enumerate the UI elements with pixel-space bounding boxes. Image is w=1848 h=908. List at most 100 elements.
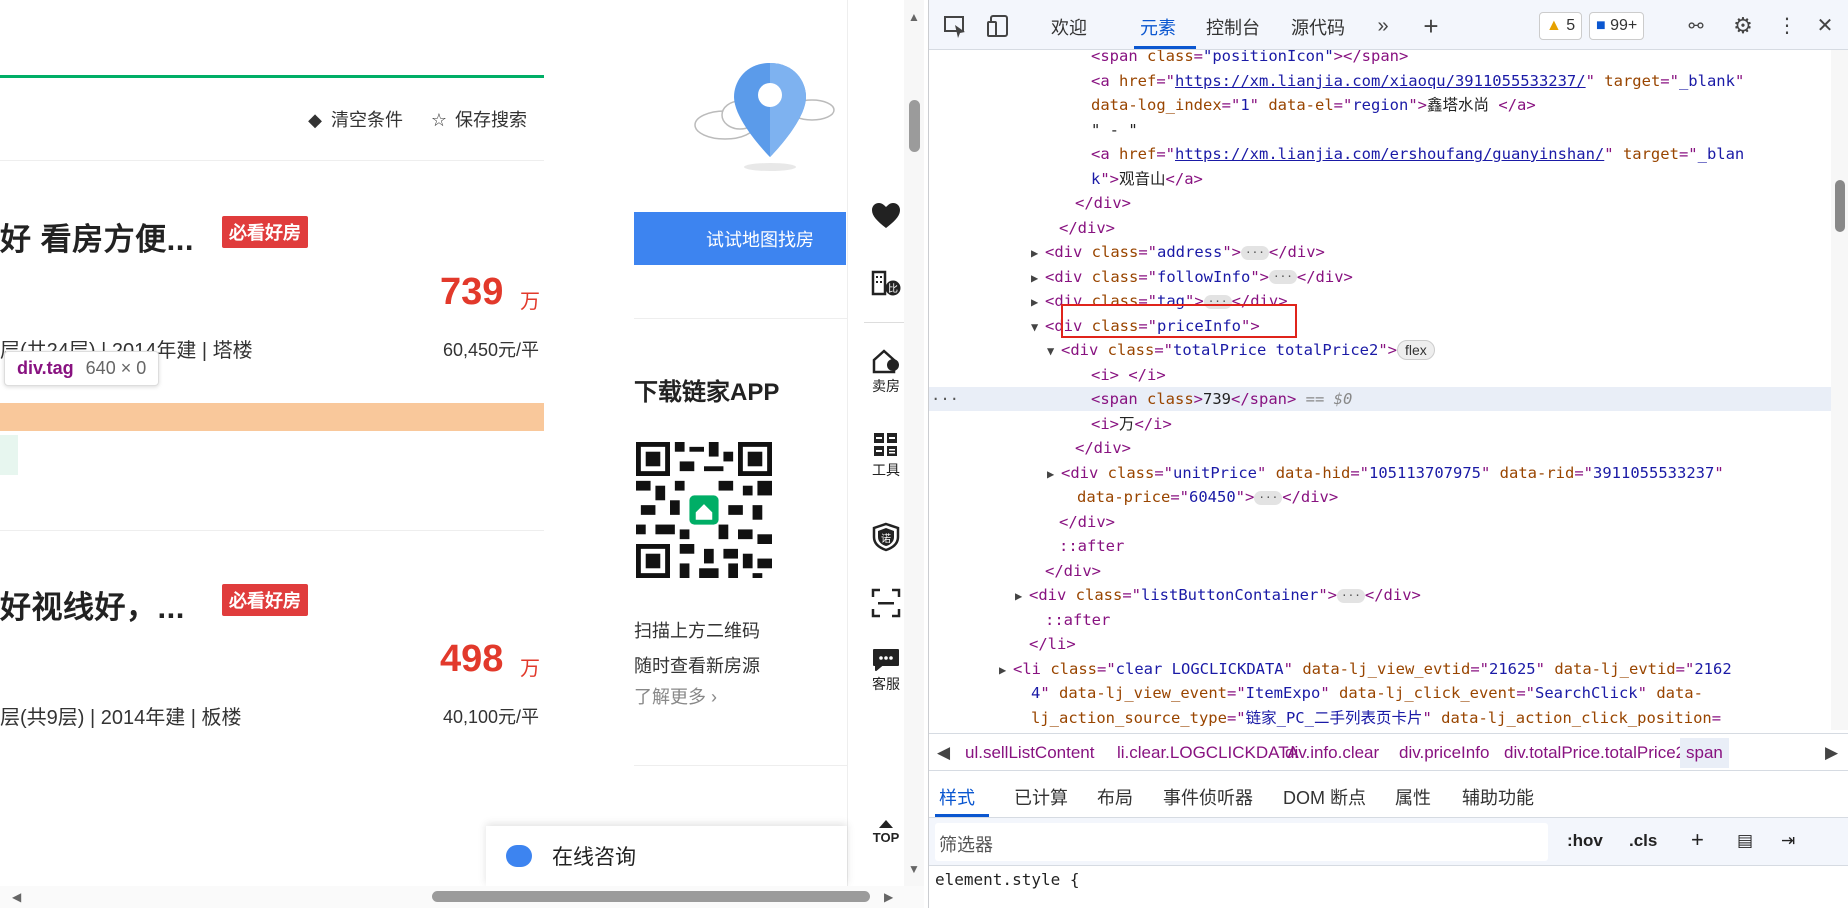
paint-brush-icon[interactable]: ▤ [1737,831,1753,851]
tab-dom-breakpoints[interactable]: DOM 断点 [1283,784,1366,810]
gear-icon[interactable]: ⚙ [1729,12,1757,40]
dom-token: class [1147,50,1194,65]
tab-console[interactable]: 控制台 [1206,14,1260,40]
dom-token: 739 [1203,390,1232,408]
listing-title[interactable]: 好视线好，... [0,582,185,627]
dom-token: "> [1100,169,1120,188]
clear-conditions-button[interactable]: ◆ 清空条件 [305,106,403,132]
tab-properties[interactable]: 属性 [1395,784,1431,810]
scroll-down-arrow-icon[interactable]: ▼ [908,862,920,876]
breadcrumb-scroll-left-icon[interactable]: ◀ [937,743,950,763]
dom-token: data-lj_click_event [1339,684,1517,702]
shield-promise-icon: 诺 [872,522,900,552]
add-tab-plus-icon[interactable]: + [1417,12,1445,40]
tab-welcome[interactable]: 欢迎 [1051,14,1087,40]
breadcrumb-scroll-right-icon[interactable]: ▶ [1825,743,1838,763]
dom-token: data-lj_view_evtid [1302,659,1471,678]
tab-sources[interactable]: 源代码 [1291,14,1345,40]
flex-badge[interactable]: flex [1397,340,1435,360]
collapsed-content-ellipsis[interactable]: ··· [1337,588,1365,603]
node-actions-ellipsis-icon[interactable]: ··· [931,387,959,411]
page-vertical-scroll-thumb[interactable] [909,100,920,152]
kebab-menu-icon[interactable]: ⋮ [1773,12,1801,40]
collapsed-content-ellipsis[interactable]: ··· [1241,245,1269,260]
expand-caret-down-icon[interactable]: ▼ [1031,315,1045,339]
dom-token: </a> [1165,169,1203,188]
listing-title[interactable]: 好 看房方便... [0,214,194,259]
warnings-badge[interactable]: ▲ 5 [1539,12,1583,40]
dom-token: data- [1656,684,1703,702]
tab-accessibility[interactable]: 辅助功能 [1462,784,1534,810]
more-tabs-chevron-icon[interactable]: » [1369,12,1397,40]
expand-caret-right-icon[interactable]: ▶ [1031,290,1045,314]
expand-caret-right-icon[interactable]: ▶ [1031,241,1045,265]
tab-elements[interactable]: 元素 [1140,14,1176,40]
scroll-left-arrow-icon[interactable]: ◀ [12,890,21,904]
dom-token: </div> [1282,488,1339,506]
device-toolbar-icon[interactable] [985,12,1013,40]
breadcrumb-item[interactable]: div.totalPrice.totalPrice2 [1504,743,1685,763]
breadcrumb-item-active[interactable]: span [1680,738,1729,768]
dom-token: SearchClick [1534,684,1638,702]
hover-state-button[interactable]: :hov [1567,831,1603,851]
class-toggle-button[interactable]: .cls [1629,831,1657,851]
dom-token: =" [1097,659,1116,678]
dom-token: </li> [1029,635,1076,653]
expand-caret-right-icon[interactable]: ▶ [999,658,1013,682]
dom-tree[interactable]: <span class="positionIcon"></span> <a hre… [929,50,1831,730]
breadcrumb-item[interactable]: div.info.clear [1285,743,1379,763]
dom-node-line[interactable]: <span class>739</span> == $0 ··· [929,387,1831,411]
active-tab-indicator [1134,46,1196,49]
tab-computed[interactable]: 已计算 [1014,784,1068,810]
tab-styles[interactable]: 样式 [939,784,975,810]
attribute-link[interactable]: https://xm.lianjia.com/xiaoqu/3911055533… [1175,72,1586,90]
inspect-element-icon[interactable] [941,12,969,40]
tag-chip [0,435,18,475]
collapsed-content-ellipsis[interactable]: ··· [1254,490,1283,505]
dom-vertical-scrollbar[interactable] [1831,50,1848,730]
dom-token: clear LOGCLICKDATA [1115,659,1284,678]
styles-filter-input[interactable]: 筛选器 [935,823,1548,861]
dom-token: " [1714,463,1724,482]
messages-badge[interactable]: ■ 99+ [1589,12,1645,40]
dom-token: 1 [1240,96,1250,114]
tab-event-listeners[interactable]: 事件侦听器 [1163,784,1253,810]
dom-token: href [1119,71,1157,90]
dom-token: == $0 [1296,390,1353,408]
breadcrumb-item[interactable]: ul.sellListContent [965,743,1094,763]
breadcrumb-item[interactable]: div.priceInfo [1399,743,1489,763]
dom-token: data-rid [1499,463,1575,482]
connection-icon[interactable]: ⚯ [1682,12,1710,40]
qr-code-image [636,442,772,578]
scroll-right-arrow-icon[interactable]: ▶ [884,890,893,904]
learn-more-link[interactable]: 了解更多 › [634,683,717,709]
new-rule-plus-icon[interactable]: + [1691,827,1704,853]
breadcrumb-item[interactable]: li.clear.LOGCLICKDATA [1117,743,1299,763]
dom-token: totalPrice totalPrice2 [1173,341,1379,359]
expand-caret-down-icon[interactable]: ▼ [1047,339,1061,363]
chat-bubble-icon [873,649,899,671]
dom-token: <div [1045,243,1092,261]
page-horizontal-scroll-thumb[interactable] [432,891,870,902]
close-icon[interactable]: ✕ [1811,12,1839,40]
scroll-up-arrow-icon[interactable]: ▲ [908,10,920,24]
dom-token: ItemExpo [1245,684,1321,702]
dom-token: followInfo [1157,267,1251,286]
collapsed-content-ellipsis[interactable]: ··· [1269,270,1297,284]
save-search-button[interactable]: ☆ 保存搜索 [429,106,527,132]
map-search-button[interactable]: 试试地图找房 [634,212,846,265]
dom-vertical-scroll-thumb[interactable] [1835,180,1845,232]
tab-layout[interactable]: 布局 [1097,784,1133,810]
must-see-badge: 必看好房 [222,216,308,248]
dom-token: =" [1122,586,1142,604]
toggle-sidebar-icon[interactable]: ⇥ [1781,831,1795,851]
dom-token: </div> [1075,194,1131,212]
dom-token: =" [1678,145,1698,163]
divider [0,530,544,531]
online-consult-bar[interactable]: 在线咨询 [486,826,847,886]
expand-caret-right-icon[interactable]: ▶ [1047,462,1061,486]
tooltip-element-size: 640 × 0 [85,358,147,378]
expand-caret-right-icon[interactable]: ▶ [1015,584,1029,608]
attribute-link[interactable]: https://xm.lianjia.com/ershoufang/guanyi… [1175,145,1604,163]
expand-caret-right-icon[interactable]: ▶ [1031,266,1045,290]
